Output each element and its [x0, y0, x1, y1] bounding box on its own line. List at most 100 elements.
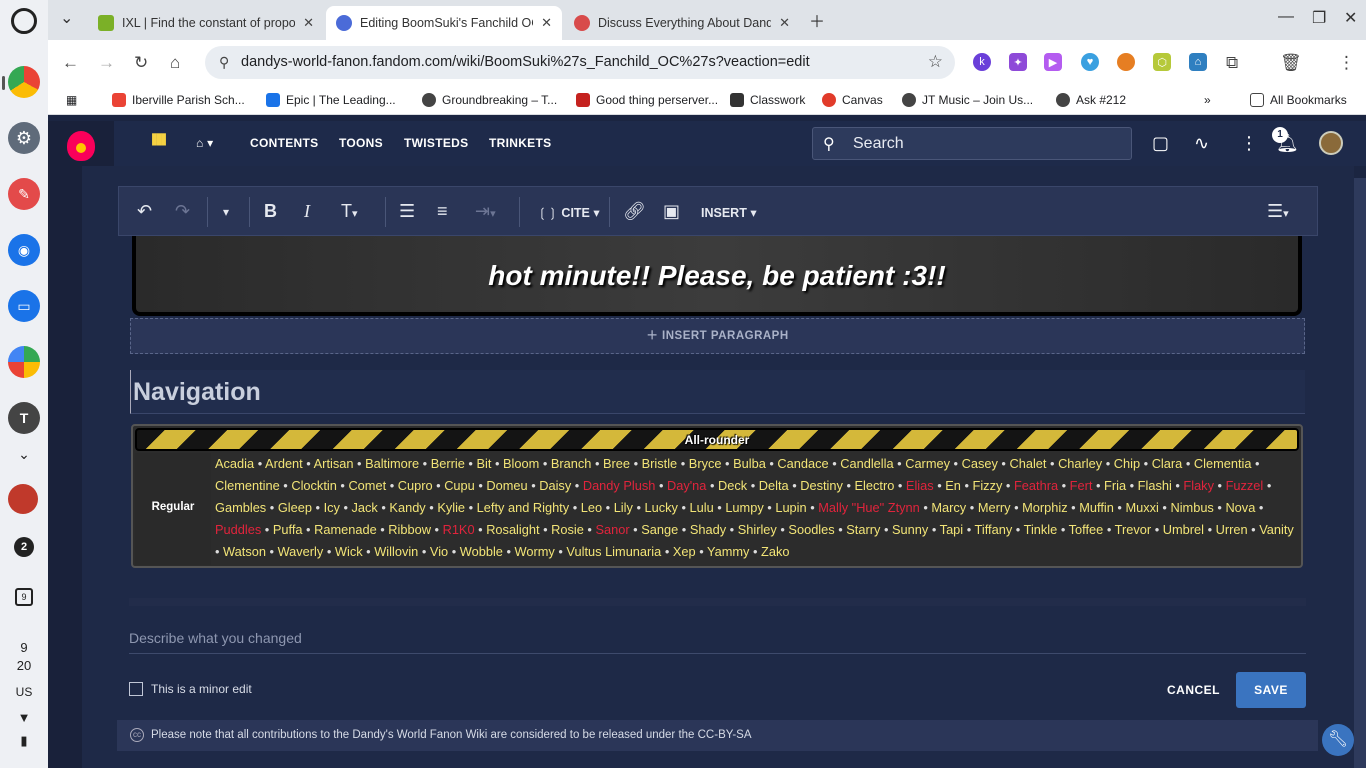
calendar-icon[interactable]: 9 — [0, 588, 48, 606]
navbox-link[interactable]: Daisy — [539, 478, 571, 493]
text-style-icon[interactable]: T▾ — [341, 201, 358, 222]
navbox-link[interactable]: Vultus Limunaria — [566, 544, 661, 559]
navbox-link[interactable]: Shirley — [738, 522, 777, 537]
navbox-link[interactable]: Lily — [614, 500, 633, 515]
forward-icon[interactable]: → — [98, 53, 115, 73]
tab-editing[interactable]: Editing BoomSuki's Fanchild OC ✕ — [326, 6, 562, 40]
navbox-link[interactable]: Yammy — [707, 544, 749, 559]
bookmark-ask[interactable]: Ask #212 — [1056, 93, 1126, 107]
navbox-link[interactable]: Lefty and Righty — [477, 500, 569, 515]
checkbox[interactable] — [129, 682, 143, 696]
page-options-icon[interactable]: ☰▾ — [1267, 201, 1289, 222]
navbox-link[interactable]: Sanor — [595, 522, 629, 537]
navbox-link[interactable]: Wick — [335, 544, 363, 559]
nav-contents[interactable]: CONTENTS — [250, 136, 318, 150]
wifi-icon[interactable]: ▼ — [0, 710, 48, 725]
window-close-icon[interactable]: ✕ — [1344, 8, 1357, 28]
navbox-link[interactable]: Cupro — [398, 478, 433, 493]
undo-icon[interactable]: ↶ — [137, 201, 152, 222]
nav-twisteds[interactable]: TWISTEDS — [404, 136, 468, 150]
navbox-link[interactable]: Rosie — [551, 522, 584, 537]
bold-icon[interactable]: B — [264, 201, 277, 222]
bookmark-good-thing[interactable]: Good thing perserver... — [576, 93, 718, 107]
tab-ixl[interactable]: IXL | Find the constant of propo ✕ — [88, 6, 324, 40]
avatar[interactable] — [1319, 131, 1343, 155]
navbox-link[interactable]: Flaky — [1183, 478, 1214, 493]
navbox-link[interactable]: Willovin — [374, 544, 418, 559]
minimize-icon[interactable]: — — [1278, 8, 1294, 26]
navbox-link[interactable]: Bit — [476, 456, 491, 471]
navbox-link[interactable]: Muxxi — [1125, 500, 1158, 515]
navbox-link[interactable]: Branch — [551, 456, 592, 471]
close-icon[interactable]: ✕ — [779, 15, 790, 31]
navbox-link[interactable]: Trevor — [1115, 522, 1152, 537]
menu-icon[interactable]: ⋮ — [1338, 53, 1355, 73]
apps-grid-icon[interactable]: ▦ — [66, 93, 77, 107]
navbox-link[interactable]: Candace — [777, 456, 828, 471]
new-tab-icon[interactable]: ＋ — [809, 8, 825, 32]
navbox-link[interactable]: Lupin — [775, 500, 806, 515]
extensions-icon[interactable]: ⧉ — [1226, 53, 1238, 73]
navbox-link[interactable]: Kylie — [437, 500, 465, 515]
navbox-link[interactable]: Chip — [1114, 456, 1140, 471]
navbox-link[interactable]: Lumpy — [725, 500, 763, 515]
banner-template[interactable]: hot minute!! Please, be patient :3!! — [132, 236, 1302, 316]
scrollbar[interactable] — [1354, 178, 1366, 768]
navbox-link[interactable]: Sunny — [892, 522, 928, 537]
navbox-link[interactable]: Carmey — [905, 456, 950, 471]
locale-indicator[interactable]: US — [0, 685, 48, 699]
navbox-link[interactable]: Domeu — [486, 478, 527, 493]
extension-shield-icon[interactable]: ♥ — [1081, 53, 1099, 71]
bookmark-iberville[interactable]: Iberville Parish Sch... — [112, 93, 245, 107]
cite-button[interactable]: ❲❳ CITE ▾ — [537, 205, 600, 220]
navbox-link[interactable]: Soodles — [788, 522, 834, 537]
navbox-link[interactable]: Tapi — [940, 522, 963, 537]
launcher-icon[interactable] — [11, 8, 37, 34]
navbox-link[interactable]: Gleep — [278, 500, 312, 515]
extension-on-icon[interactable] — [1117, 53, 1135, 71]
settings-app-icon[interactable]: ⚙ — [8, 122, 40, 154]
navbox-link[interactable]: Dandy Plush — [583, 478, 656, 493]
save-button[interactable]: SAVE — [1236, 672, 1306, 708]
navbox-link[interactable]: Mally "Hue" Ztynn — [818, 500, 920, 515]
insert-button[interactable]: INSERT ▾ — [701, 205, 757, 220]
navbox-link[interactable]: Tinkle — [1024, 522, 1058, 537]
navbox-link[interactable]: Bulba — [733, 456, 766, 471]
navbox-link[interactable]: Acadia — [215, 456, 254, 471]
navbox-link[interactable]: Deck — [718, 478, 747, 493]
extension-house-icon[interactable]: ⌂ — [1189, 53, 1207, 71]
navbox-link[interactable]: Merry — [978, 500, 1011, 515]
insert-paragraph-button[interactable]: ＋ INSERT PARAGRAPH — [130, 318, 1305, 354]
navbox-link[interactable]: Wormy — [515, 544, 555, 559]
navbox-link[interactable]: Muffin — [1079, 500, 1114, 515]
navbox-link[interactable]: Gambles — [215, 500, 266, 515]
navbox-link[interactable]: Cupu — [444, 478, 475, 493]
bookmark-star-icon[interactable]: ☆ — [928, 52, 943, 72]
navbox-link[interactable]: Clara — [1152, 456, 1183, 471]
explore-menu-icon[interactable]: ⌂ ▾ — [196, 136, 214, 150]
nav-toons[interactable]: TOONS — [339, 136, 383, 150]
navbox-link[interactable]: Flashi — [1138, 478, 1172, 493]
navbox-link[interactable]: Fuzzel — [1226, 478, 1264, 493]
navbox-link[interactable]: Sange — [641, 522, 678, 537]
files-app-icon[interactable]: ▭ — [8, 290, 40, 322]
navbox-link[interactable]: Marcy — [931, 500, 966, 515]
battery-icon[interactable]: ▮ — [0, 733, 48, 749]
notification-count[interactable]: 2 — [14, 537, 34, 557]
navbox-link[interactable]: Puffa — [273, 522, 303, 537]
extension-k-icon[interactable]: k — [973, 53, 991, 71]
navbox-link[interactable]: Fizzy — [973, 478, 1003, 493]
navbox-link[interactable]: Rosalight — [486, 522, 539, 537]
site-info-icon[interactable]: ⚲ — [219, 54, 229, 71]
navbox-link[interactable]: Elias — [906, 478, 934, 493]
extension-puzzle-icon[interactable]: ✦ — [1009, 53, 1027, 71]
paint-app-icon[interactable]: ✎ — [8, 178, 40, 210]
tab-discuss[interactable]: Discuss Everything About Dand ✕ — [564, 6, 800, 40]
navbox-link[interactable]: Bree — [603, 456, 630, 471]
navbox-link[interactable]: Puddles — [215, 522, 261, 537]
extension-hex-icon[interactable]: ⬡ — [1153, 53, 1171, 71]
navbox-link[interactable]: Vanity — [1259, 522, 1294, 537]
navbox-link[interactable]: Wobble — [460, 544, 503, 559]
navbox-link[interactable]: Ribbow — [388, 522, 431, 537]
navbox-link[interactable]: Vio — [430, 544, 448, 559]
